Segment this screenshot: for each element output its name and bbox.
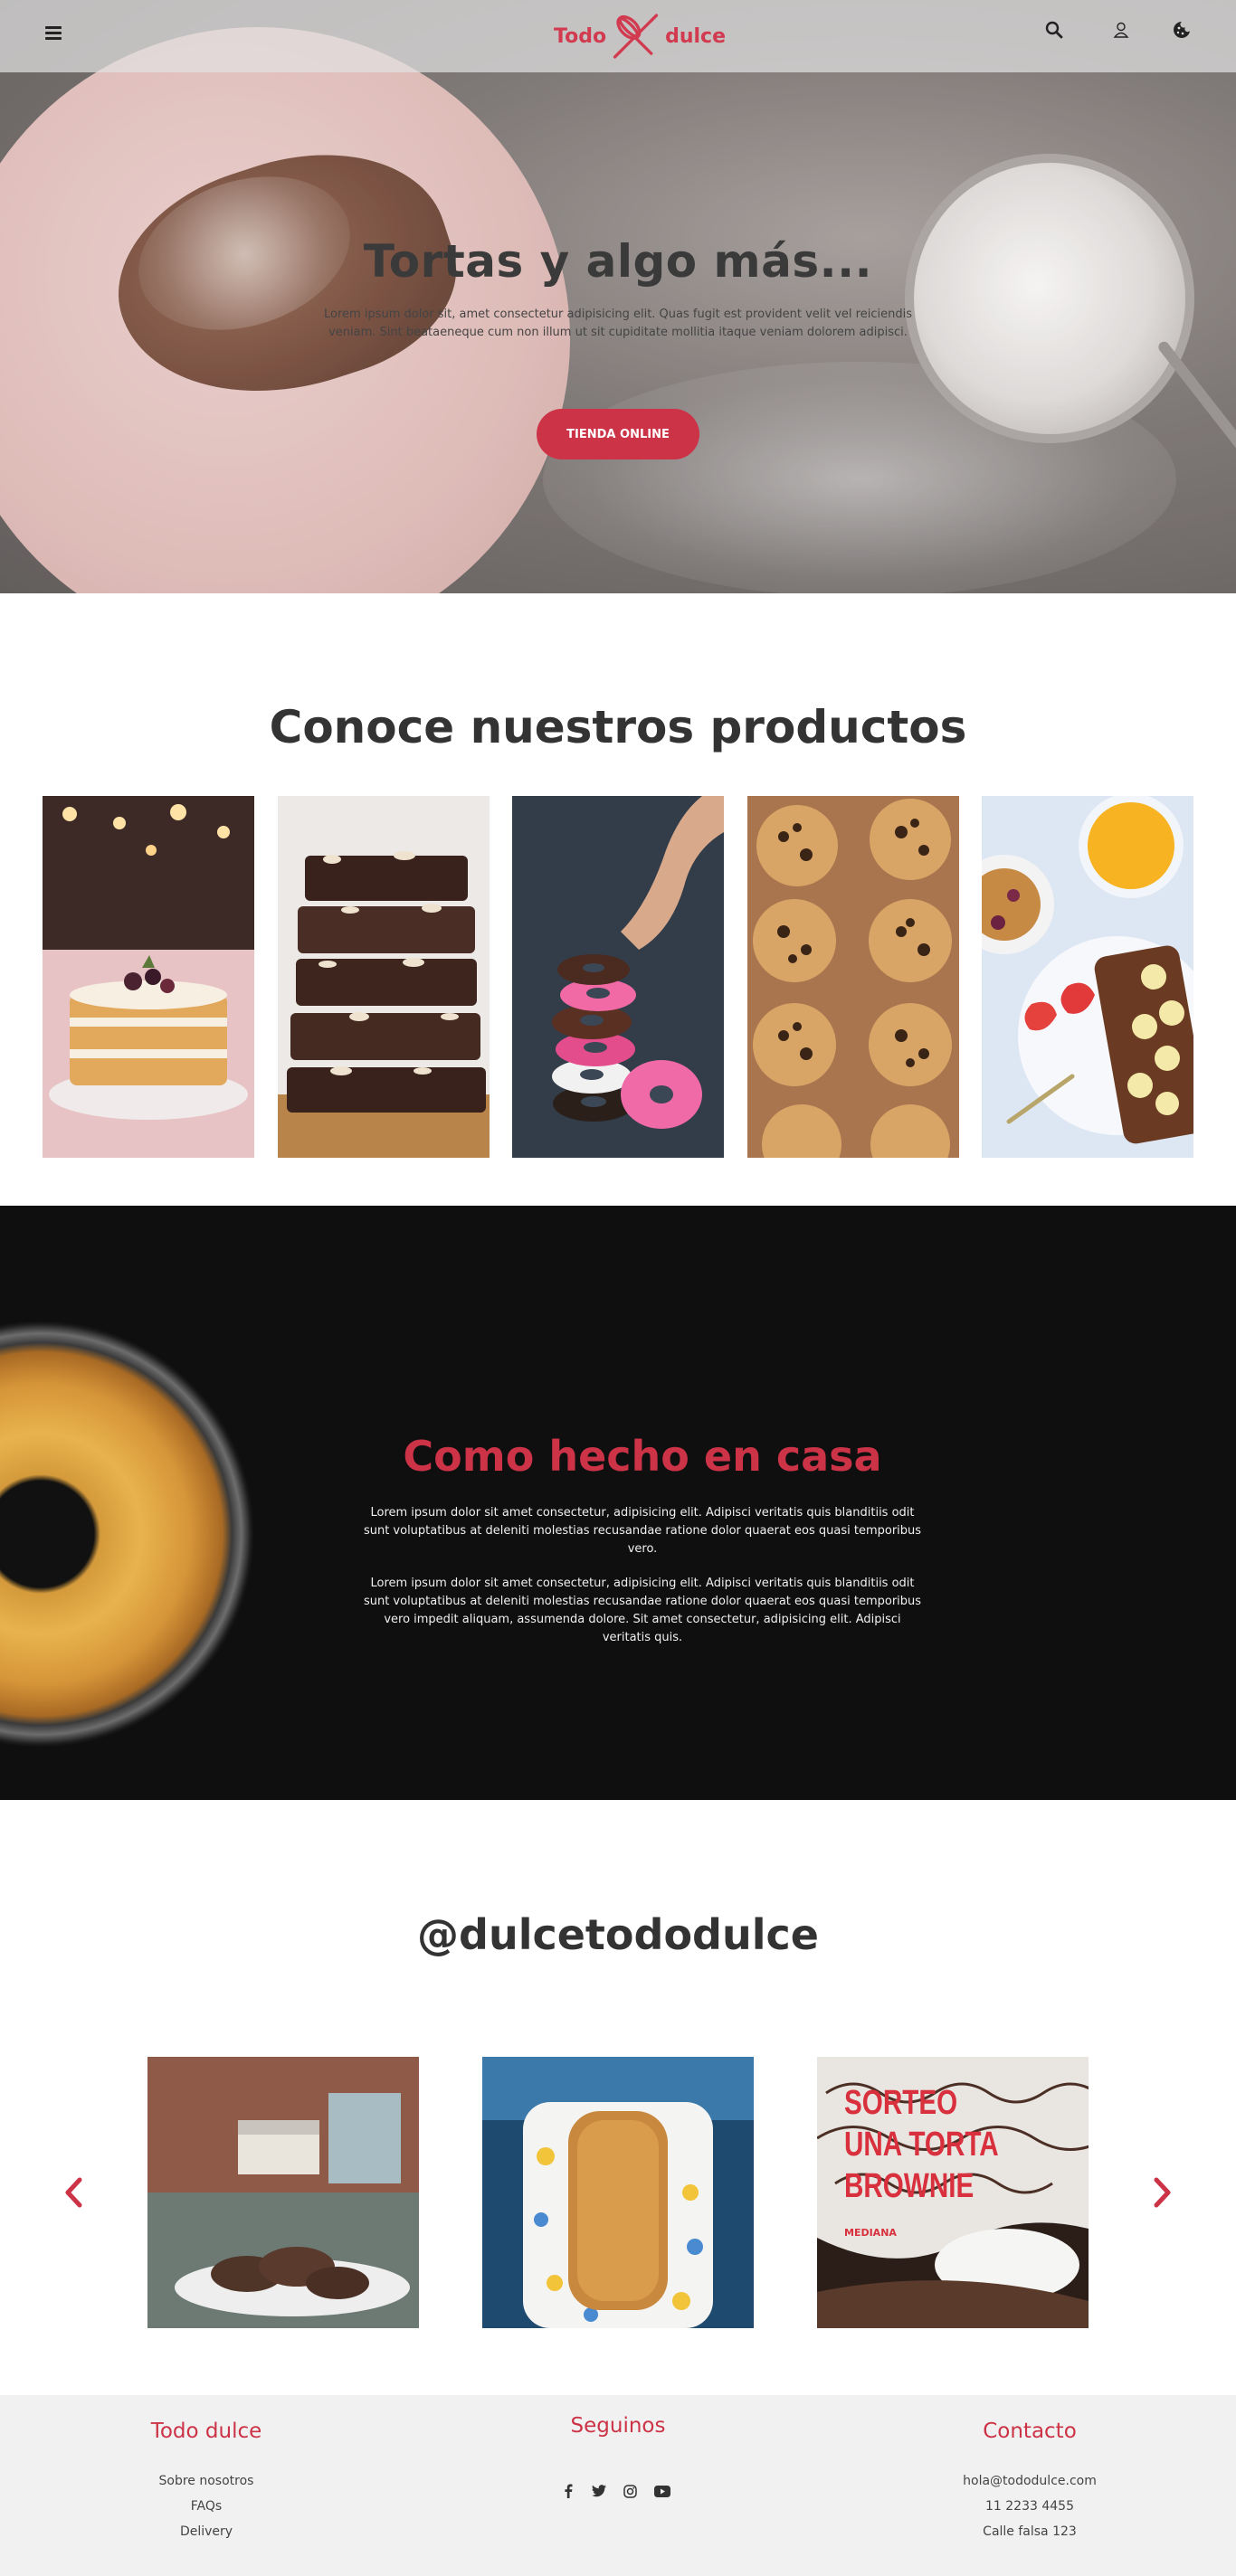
footer-contact-heading: Contacto [983, 2420, 1077, 2443]
logo-word-right: dulce [665, 24, 726, 48]
online-store-button[interactable]: TIENDA ONLINE [537, 409, 699, 459]
menu-icon[interactable] [42, 24, 65, 47]
donuts-image [512, 796, 724, 1158]
footer-follow-heading: Seguinos [570, 2414, 666, 2438]
instagram-cookies-image [147, 2057, 419, 2328]
instagram-loaf-image [482, 2057, 754, 2328]
product-card-donuts[interactable] [512, 796, 724, 1158]
cookies-image [747, 796, 959, 1158]
hero-text: Lorem ipsum dolor sit, amet consectetur … [324, 308, 912, 339]
footer-link-about[interactable]: Sobre nosotros [116, 2474, 297, 2488]
sorteo-line-1: SORTEO [844, 2084, 958, 2122]
homemade-paragraph-2: Lorem ipsum dolor sit amet consectetur, … [363, 1577, 922, 1644]
homemade-title: Como hecho en casa [403, 1432, 882, 1481]
breakfast-image [982, 796, 1193, 1158]
instagram-icon[interactable] [620, 2481, 640, 2501]
hero-title: Tortas y algo más... [363, 235, 873, 288]
hero-section: Tortas y algo más... Lorem ipsum dolor s… [0, 0, 1236, 593]
product-card-breakfast[interactable] [982, 796, 1193, 1158]
logo[interactable]: Todo dulce [554, 7, 726, 65]
footer-email[interactable]: hola@tododulce.com [939, 2474, 1120, 2488]
footer-phone[interactable]: 11 2233 4455 [939, 2499, 1120, 2514]
sorteo-line-3: BROWNIE [844, 2167, 975, 2205]
sorteo-small-label: MEDIANA [844, 2227, 897, 2239]
footer-address: Calle falsa 123 [983, 2524, 1077, 2539]
whisk-rolling-pin-icon [613, 14, 659, 59]
footer-brand-heading: Todo dulce [150, 2420, 262, 2443]
instagram-post-loaf[interactable] [482, 2057, 754, 2328]
user-icon[interactable] [1108, 16, 1135, 43]
footer-link-delivery[interactable]: Delivery [116, 2524, 297, 2539]
homemade-paragraph-1: Lorem ipsum dolor sit amet consectetur, … [363, 1506, 922, 1556]
facebook-icon[interactable] [558, 2481, 578, 2501]
brownies-image [278, 796, 490, 1158]
homemade-section: Como hecho en casa Lorem ipsum dolor sit… [0, 1206, 1236, 1800]
product-card-naked-cake[interactable] [43, 796, 254, 1158]
sorteo-line-2: UNA TORTA [844, 2126, 999, 2164]
product-card-cookies[interactable] [747, 796, 959, 1158]
instagram-handle-title: @dulcetododulce [417, 1910, 819, 1959]
sorteo-headline: SORTEO UNA TORTA BROWNIE [844, 2082, 999, 2207]
product-card-brownies[interactable] [278, 796, 490, 1158]
site-header: Todo dulce [0, 0, 1236, 72]
carousel-prev-icon[interactable] [58, 2174, 90, 2211]
instagram-post-sorteo[interactable]: SORTEO UNA TORTA BROWNIE MEDIANA [817, 2057, 1089, 2328]
naked-cake-image [43, 796, 254, 1158]
hero-overlay [0, 0, 1236, 593]
youtube-icon[interactable] [652, 2481, 672, 2501]
bundt-cake-image [0, 1312, 262, 1756]
instagram-post-cookies[interactable] [147, 2057, 419, 2328]
logo-word-left: Todo [554, 24, 607, 48]
search-icon[interactable] [1041, 16, 1068, 43]
twitter-icon[interactable] [589, 2481, 609, 2501]
footer-link-faqs[interactable]: FAQs [116, 2499, 297, 2514]
products-title: Conoce nuestros productos [269, 701, 967, 753]
carousel-next-icon[interactable] [1146, 2174, 1178, 2211]
cookie-icon[interactable] [1168, 16, 1195, 43]
